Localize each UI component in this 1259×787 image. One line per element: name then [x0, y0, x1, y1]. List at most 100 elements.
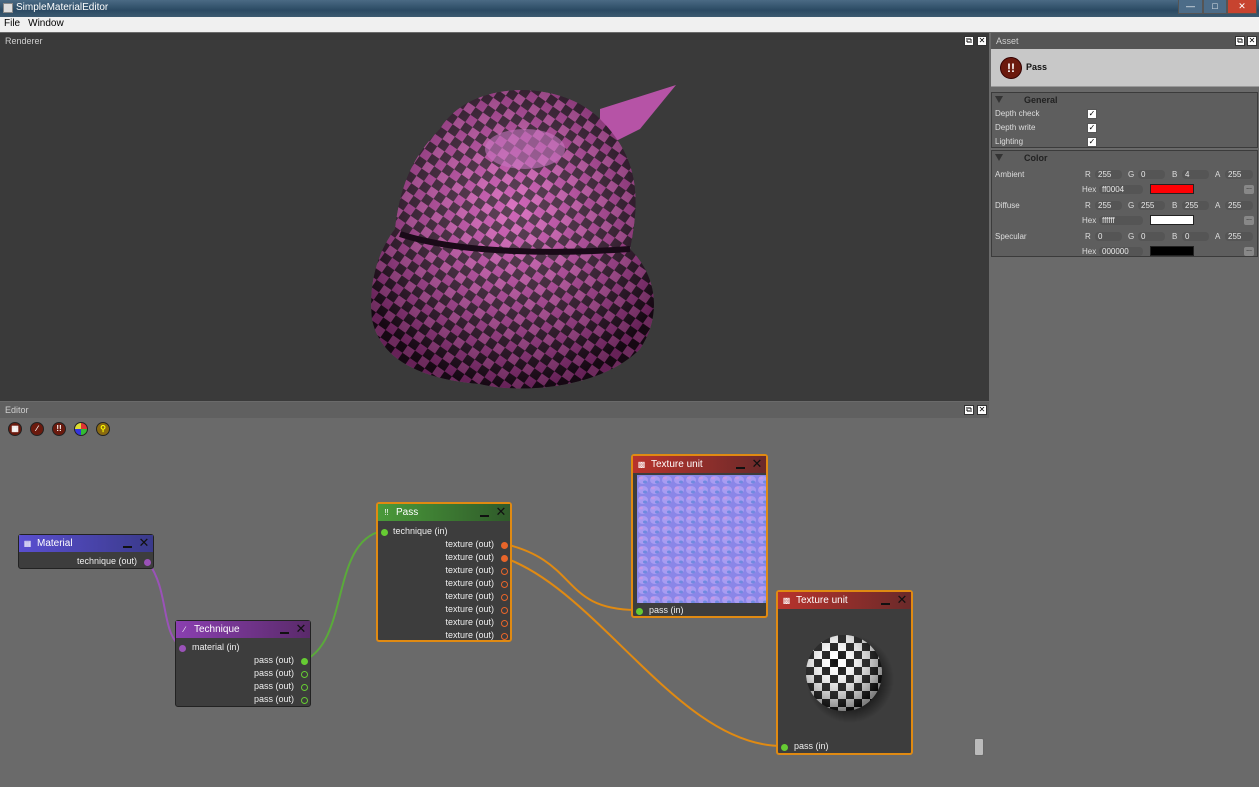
port-label: pass (out): [253, 694, 294, 704]
texture-unit-node[interactable]: ▩ Texture unit ✕ pass (in): [631, 454, 768, 618]
menu-window[interactable]: Window: [24, 17, 68, 29]
input-pin[interactable]: [381, 529, 388, 536]
technique-node-header[interactable]: ∕ Technique ✕: [176, 621, 310, 638]
lighting-checkbox[interactable]: ✓: [1087, 137, 1097, 147]
asset-panel-title: Asset: [991, 33, 1259, 49]
specular-g-field[interactable]: 0: [1138, 232, 1165, 241]
pass-node[interactable]: !! Pass ✕ technique (in) texture (out) t…: [376, 502, 512, 642]
ambient-label: Ambient: [995, 170, 1025, 179]
minimize-icon[interactable]: [480, 510, 489, 517]
texture-unit-node-header[interactable]: ▩ Texture unit ✕: [633, 456, 766, 473]
renderer-float-button[interactable]: ⧉: [964, 36, 974, 46]
minimize-icon[interactable]: [881, 598, 890, 605]
hex-label: Hex: [1082, 185, 1097, 194]
material-node-header[interactable]: ▦ Material ✕: [19, 535, 153, 552]
diffuse-b-field[interactable]: 255: [1182, 201, 1209, 210]
asset-float-button[interactable]: ⧉: [1235, 36, 1245, 46]
ambient-g-field[interactable]: 0: [1138, 170, 1165, 179]
pass-icon: !!: [384, 508, 389, 517]
g-label: G: [1128, 232, 1135, 241]
material-node[interactable]: ▦ Material ✕ technique (out): [18, 534, 154, 569]
close-button[interactable]: ✕: [1227, 0, 1257, 14]
input-pin[interactable]: [179, 645, 186, 652]
minimize-icon[interactable]: [280, 627, 289, 634]
depth-check-checkbox[interactable]: ✓: [1087, 109, 1097, 119]
diffuse-g-field[interactable]: 255: [1138, 201, 1165, 210]
port-label: texture (out): [445, 604, 494, 614]
port-label: texture (out): [445, 539, 494, 549]
menu-file[interactable]: File: [0, 17, 24, 29]
port-label: material (in): [192, 642, 240, 652]
diffuse-r-field[interactable]: 255: [1095, 201, 1122, 210]
renderer-panel-title: Renderer: [0, 33, 989, 49]
output-pin[interactable]: [301, 697, 308, 704]
minimize-button[interactable]: —: [1178, 0, 1203, 14]
asset-close-button[interactable]: ✕: [1247, 36, 1257, 46]
output-pin[interactable]: [144, 559, 151, 566]
technique-icon: ∕: [183, 625, 186, 634]
output-pin[interactable]: [501, 620, 508, 627]
texture-unit-node[interactable]: ▩ Texture unit ✕ pass (in): [776, 590, 913, 755]
output-pin[interactable]: [501, 542, 508, 549]
close-icon[interactable]: ✕: [294, 622, 308, 636]
close-icon[interactable]: ✕: [895, 593, 909, 607]
r-label: R: [1085, 170, 1091, 179]
hex-label: Hex: [1082, 247, 1097, 256]
collapse-triangle-icon[interactable]: [995, 154, 1003, 161]
ambient-color-picker-button[interactable]: ...: [1244, 184, 1254, 194]
close-icon[interactable]: ✕: [494, 505, 508, 519]
minimize-icon[interactable]: [736, 462, 745, 469]
specular-color-swatch[interactable]: [1150, 246, 1194, 256]
close-icon[interactable]: ✕: [750, 457, 764, 471]
specular-r-field[interactable]: 0: [1095, 232, 1122, 241]
output-pin[interactable]: [301, 658, 308, 665]
renderer-viewport[interactable]: [0, 49, 989, 401]
technique-node[interactable]: ∕ Technique ✕ material (in) pass (out) p…: [175, 620, 311, 707]
output-pin[interactable]: [501, 594, 508, 601]
renderer-close-button[interactable]: ✕: [977, 36, 987, 46]
diffuse-a-field[interactable]: 255: [1225, 201, 1253, 210]
input-pin[interactable]: [636, 608, 643, 615]
collapse-triangle-icon[interactable]: [995, 96, 1003, 103]
port-label: texture (out): [445, 617, 494, 627]
input-pin[interactable]: [781, 744, 788, 751]
material-icon: ▦: [23, 539, 32, 548]
minimize-icon[interactable]: [123, 541, 132, 548]
depth-write-checkbox[interactable]: ✓: [1087, 123, 1097, 133]
specular-hex-field[interactable]: 000000: [1099, 247, 1143, 256]
output-pin[interactable]: [501, 607, 508, 614]
output-pin[interactable]: [501, 633, 508, 640]
specular-color-picker-button[interactable]: ...: [1244, 246, 1254, 256]
diffuse-color-picker-button[interactable]: ...: [1244, 215, 1254, 225]
close-icon[interactable]: ✕: [137, 536, 151, 550]
ambient-color-swatch[interactable]: [1150, 184, 1194, 194]
port-label: pass (out): [253, 681, 294, 691]
texture-unit-node-header[interactable]: ▩ Texture unit ✕: [778, 592, 911, 609]
specular-a-field[interactable]: 255: [1225, 232, 1253, 241]
port-label: pass (out): [253, 668, 294, 678]
ambient-hex-field[interactable]: ff0004: [1099, 185, 1143, 194]
diffuse-label: Diffuse: [995, 201, 1020, 210]
texture-unit-node-title: Texture unit: [796, 595, 848, 606]
output-pin[interactable]: [301, 671, 308, 678]
depth-write-label: Depth write: [995, 123, 1036, 132]
output-pin[interactable]: [501, 581, 508, 588]
asset-name: Pass: [1026, 62, 1048, 72]
zoom-handle[interactable]: [974, 738, 984, 756]
pass-node-header[interactable]: !! Pass ✕: [378, 504, 510, 521]
editor-panel: Editor ⧉ ✕ ▦ ∕ !! ⚲ ▦ Material ✕ techniq…: [0, 402, 989, 787]
diffuse-hex-field[interactable]: ffffff: [1099, 216, 1143, 225]
specular-b-field[interactable]: 0: [1182, 232, 1209, 241]
output-pin[interactable]: [501, 555, 508, 562]
diffuse-color-swatch[interactable]: [1150, 215, 1194, 225]
restore-button[interactable]: □: [1203, 0, 1227, 14]
asset-header: !! Pass: [991, 49, 1259, 87]
ambient-b-field[interactable]: 4: [1182, 170, 1209, 179]
output-pin[interactable]: [501, 568, 508, 575]
b-label: B: [1172, 201, 1178, 210]
material-node-title: Material: [37, 538, 73, 549]
ambient-r-field[interactable]: 255: [1095, 170, 1122, 179]
renderer-panel: Renderer ⧉ ✕: [0, 33, 989, 401]
ambient-a-field[interactable]: 255: [1225, 170, 1253, 179]
output-pin[interactable]: [301, 684, 308, 691]
